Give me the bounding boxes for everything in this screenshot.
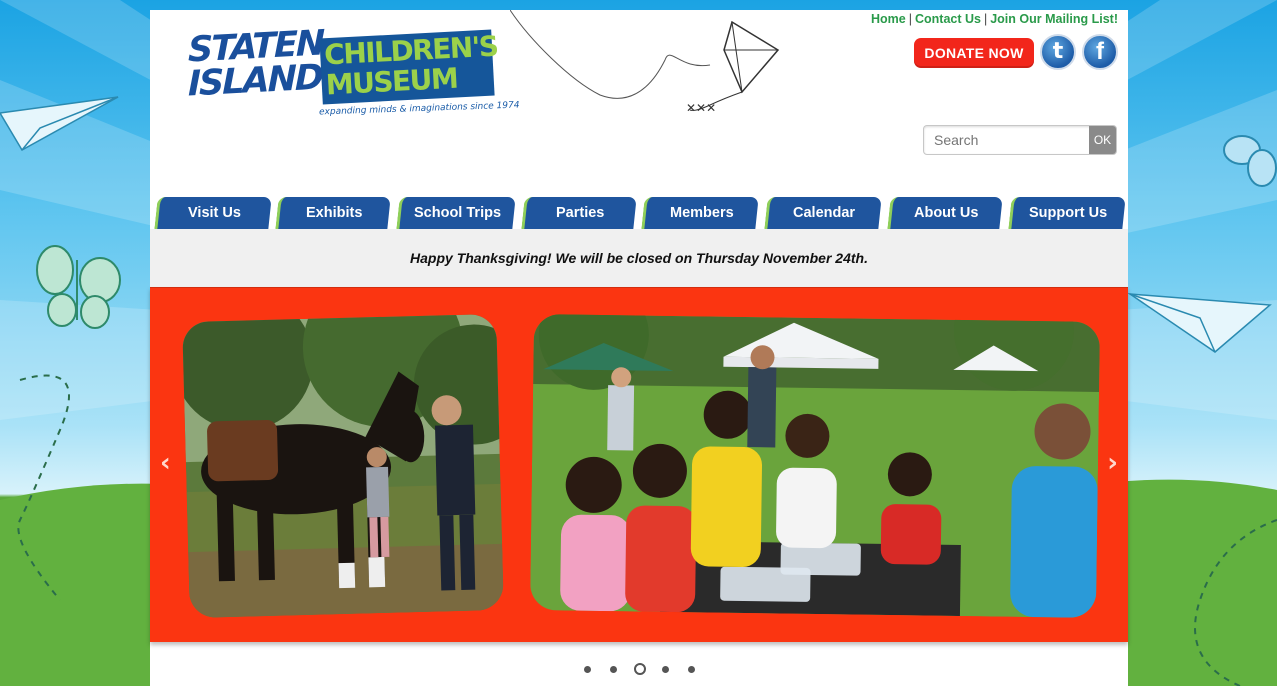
slider-dot[interactable]	[662, 666, 669, 673]
nav-tab-about-us[interactable]: About Us	[887, 197, 1003, 229]
svg-text:✕✕✕: ✕✕✕	[686, 101, 716, 115]
twitter-icon[interactable]: t	[1040, 34, 1076, 70]
nav-tab-label: Calendar	[793, 205, 856, 221]
home-link[interactable]: Home	[871, 12, 906, 26]
nav-tab-calendar[interactable]: Calendar	[764, 197, 882, 229]
search-ok-button[interactable]: OK	[1089, 126, 1116, 154]
mailing-list-link[interactable]: Join Our Mailing List!	[990, 12, 1118, 26]
contact-link[interactable]: Contact Us	[915, 12, 981, 26]
slider-dot[interactable]	[584, 666, 591, 673]
nav-tab-label: Visit Us	[188, 205, 241, 221]
slider-pagination	[580, 662, 710, 678]
nav-tab-visit-us[interactable]: Visit Us	[154, 197, 272, 229]
slider-next-arrow[interactable]: ›	[1107, 448, 1118, 478]
facebook-icon[interactable]: f	[1082, 34, 1118, 70]
nav-tab-school-trips[interactable]: School Trips	[396, 197, 516, 229]
photo-slider: ‹ ›	[150, 287, 1128, 642]
kite-icon: ✕✕✕	[510, 10, 780, 115]
slider-dot[interactable]	[688, 666, 695, 673]
search-input[interactable]	[924, 126, 1090, 154]
separator: |	[983, 12, 988, 26]
announcement-banner: Happy Thanksgiving! We will be closed on…	[150, 229, 1128, 287]
slider-dot[interactable]	[610, 666, 617, 673]
main-nav: Visit Us Exhibits School Trips Parties M…	[150, 197, 1128, 229]
top-links: Home | Contact Us | Join Our Mailing List!	[871, 12, 1118, 26]
nav-tab-support-us[interactable]: Support Us	[1008, 197, 1126, 229]
nav-tab-label: Members	[669, 205, 734, 221]
logo-staten-island: STATEN ISLAND	[188, 23, 323, 105]
nav-tab-label: Parties	[556, 205, 605, 221]
separator: |	[908, 12, 912, 26]
slider-dot-active[interactable]	[634, 663, 646, 675]
page-container: STATEN ISLAND CHILDREN'S MUSEUM expandin…	[150, 10, 1128, 686]
logo-line-island: ISLAND	[188, 57, 322, 105]
fair-photo-image	[529, 314, 1101, 618]
nav-tab-exhibits[interactable]: Exhibits	[275, 197, 391, 229]
nav-tab-label: Support Us	[1029, 205, 1108, 221]
museum-logo[interactable]: STATEN ISLAND CHILDREN'S MUSEUM expandin…	[188, 23, 520, 128]
slider-prev-arrow[interactable]: ‹	[160, 448, 171, 478]
nav-tab-members[interactable]: Members	[641, 197, 759, 229]
nav-tab-label: Exhibits	[306, 205, 363, 221]
nav-tab-parties[interactable]: Parties	[521, 197, 637, 229]
slide-photo-fair	[529, 314, 1101, 618]
donate-button[interactable]: DONATE NOW	[914, 38, 1034, 68]
nav-tab-label: About Us	[914, 205, 979, 221]
nav-tab-label: School Trips	[413, 205, 501, 221]
horse-photo-image	[182, 313, 504, 619]
logo-childrens-museum: CHILDREN'S MUSEUM	[323, 30, 500, 102]
search-box: OK	[923, 125, 1117, 155]
slide-photo-horse	[182, 313, 504, 619]
